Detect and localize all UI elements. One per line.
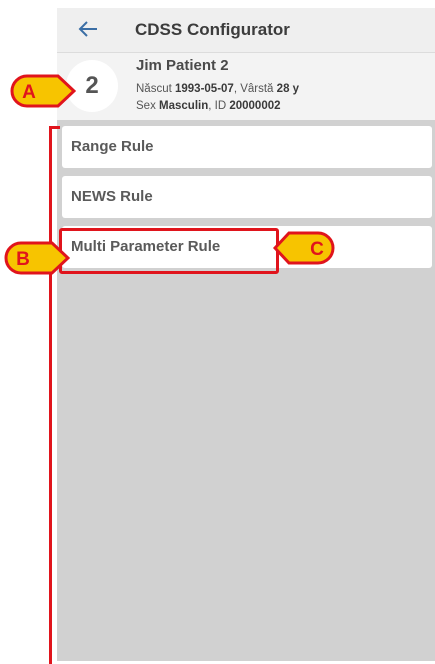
app-title: CDSS Configurator (135, 20, 290, 39)
arrow-left-icon[interactable] (77, 18, 99, 40)
callout-a: A (10, 74, 76, 108)
age-label: Vârstă (240, 83, 274, 95)
birth-label: Născut (136, 83, 172, 95)
patient-sex-id: Sex Masculin, ID 20000002 (136, 100, 281, 112)
app-bar: CDSS Configurator (57, 8, 435, 53)
id-value: 20000002 (229, 100, 281, 112)
sex-value: Masculin (159, 100, 209, 112)
birth-date: 1993-05-07 (175, 83, 234, 95)
rule-item-news[interactable]: NEWS Rule (62, 176, 432, 218)
callout-c-label: C (310, 239, 324, 260)
rule-label: NEWS Rule (71, 188, 153, 205)
id-label: ID (214, 100, 227, 112)
callout-a-label: A (22, 82, 36, 103)
sex-label: Sex (136, 100, 156, 112)
rule-label: Range Rule (71, 138, 154, 155)
patient-name: Jim Patient 2 (136, 57, 229, 74)
list-bracket (49, 126, 60, 664)
highlight-box (59, 228, 279, 274)
age-value: 28 y (276, 83, 300, 95)
callout-c-shape (273, 231, 335, 265)
callout-c: C (273, 231, 335, 265)
callout-b: B (4, 241, 70, 275)
rule-item-range[interactable]: Range Rule (62, 126, 432, 168)
rule-list: Range Rule NEWS Rule Multi Parameter Rul… (57, 120, 435, 661)
patient-header[interactable]: 2 Jim Patient 2 Născut 1993-05-07, Vârst… (57, 53, 435, 120)
callout-b-label: B (16, 249, 30, 270)
patient-birth-age: Născut 1993-05-07, Vârstă 28 y (136, 83, 299, 95)
